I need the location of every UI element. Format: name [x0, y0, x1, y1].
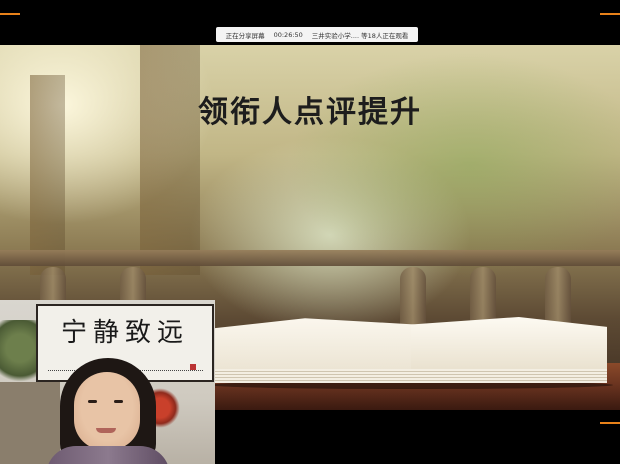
sharing-label: 正在分享屏幕: [225, 31, 265, 40]
calligraphy-text: 宁静致远: [60, 318, 189, 348]
accent-mark: [600, 422, 620, 424]
accent-mark: [0, 13, 20, 15]
screen-share-status-bar: 正在分享屏幕 00:26:50 三井实验小学.... 等18人正在观看: [216, 27, 418, 42]
open-book-image: [209, 317, 613, 389]
accent-mark: [600, 13, 620, 15]
seal-stamp: [190, 364, 196, 370]
meeting-timer: 00:26:50: [273, 30, 303, 39]
slide-title: 领衔人点评提升: [198, 95, 422, 130]
background-balustrade: [0, 250, 620, 266]
plant: [0, 320, 40, 390]
presenter-face: [74, 372, 140, 450]
viewers-label[interactable]: 三井实验小学.... 等18人正在观看: [312, 30, 409, 40]
webcam-video-feed[interactable]: 宁静致远: [0, 300, 215, 464]
shelf: [0, 382, 60, 464]
background-tree: [140, 45, 200, 275]
presenter-body: [46, 446, 170, 464]
